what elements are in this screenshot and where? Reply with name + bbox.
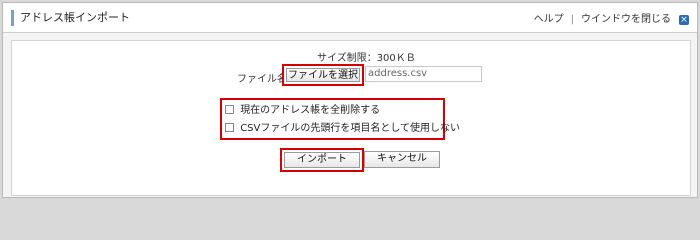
link-separator: | xyxy=(570,14,574,25)
close-icon[interactable]: × xyxy=(679,15,689,25)
import-button[interactable]: インポート xyxy=(284,152,360,168)
options-highlight: 現在のアドレス帳を全削除する CSVファイルの先頭行を項目名として使用しない xyxy=(220,98,460,140)
import-window: アドレス帳インポート ヘルプ | ウインドウを閉じる × サイズ制限：300ＫＢ… xyxy=(2,2,698,198)
import-button-frame: インポート xyxy=(280,148,364,172)
help-link[interactable]: ヘルプ xyxy=(534,13,564,27)
skip-header-label: CSVファイルの先頭行を項目名として使用しない xyxy=(240,123,461,134)
close-window-link[interactable]: ウインドウを閉じる xyxy=(581,13,671,27)
file-select-button-frame: ファイルを選択 xyxy=(282,64,364,86)
file-name-field: address.csv xyxy=(365,66,482,82)
import-form: サイズ制限：300ＫＢ ファイル名 ファイルを選択 address.csv 現在… xyxy=(11,40,691,196)
delete-all-label: 現在のアドレス帳を全削除する xyxy=(240,105,381,116)
file-select-button[interactable]: ファイルを選択 xyxy=(286,68,360,82)
window-title: アドレス帳インポート xyxy=(11,10,130,26)
delete-address-book-option[interactable]: 現在のアドレス帳を全削除する xyxy=(225,104,380,118)
delete-all-checkbox[interactable] xyxy=(225,105,234,114)
header-links: ヘルプ | ウインドウを閉じる × xyxy=(534,13,689,27)
skip-header-option[interactable]: CSVファイルの先頭行を項目名として使用しない xyxy=(225,122,460,136)
cancel-button[interactable]: キャンセル xyxy=(364,151,440,168)
size-limit-label: サイズ制限：300ＫＢ xyxy=(317,53,416,64)
file-label: ファイル名 xyxy=(237,74,287,85)
skip-header-checkbox[interactable] xyxy=(225,123,234,132)
window-header: アドレス帳インポート ヘルプ | ウインドウを閉じる × xyxy=(3,3,697,33)
